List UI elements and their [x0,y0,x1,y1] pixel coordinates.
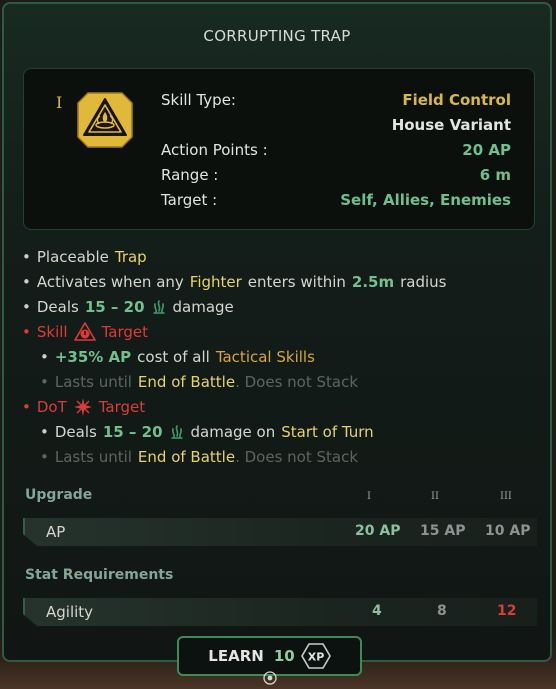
xp-label: XP [307,651,324,664]
effect-line-dot: • DoT Target [22,397,151,417]
range-label: Range : [161,166,219,184]
effect-text: Deals [36,298,79,316]
skill-title: CORRUPTING TRAP [203,27,351,45]
upgrade-ap-row: AP 20 AP 15 AP 10 AP [23,518,537,546]
stat-requirements-heading: Stat Requirements [25,567,174,583]
bullet: • [40,423,49,441]
bullet: • [22,248,31,266]
agility-label: Agility [46,603,94,621]
ap-tier-3: 10 AP [485,523,531,539]
learn-button[interactable]: LEARN 10 XP [177,636,362,676]
skill-tooltip-panel: CORRUPTING TRAP I Skill Type: Field Cont… [2,2,552,662]
effect-line-damage: • Deals 15 – 20 damage [22,297,240,317]
corruption-trap-icon [77,92,133,148]
bullet: • [22,398,31,416]
skill-type-value: Field Control [402,91,511,109]
effect-text: damage [172,298,234,316]
range-value: 6 m [479,166,511,184]
effect-line-placeable: • Placeable Trap [22,247,153,267]
effect-text: radius [400,273,447,291]
dot-icon [73,398,92,416]
effect-text: enters within [247,273,346,291]
agility-tier-2: 8 [437,603,447,619]
duration-text: Lasts until [54,448,132,466]
effect-line-skill-debuff: • Skill Target [22,322,154,342]
bullet: • [40,448,49,466]
effect-text: cost of all [137,348,210,366]
action-points-value: 20 AP [462,141,511,159]
agility-tier-1: 4 [372,603,382,619]
end-of-battle-keyword: End of Battle [137,373,236,391]
target-marker-icon [263,671,277,685]
dot-target: Target [98,398,146,416]
effect-text: damage on [190,423,276,441]
target-label: Target : [161,191,218,209]
variant-value: House Variant [391,116,511,134]
bullet: • [22,298,31,316]
stack-text: . Does not Stack [235,373,359,391]
tactical-skills-keyword: Tactical Skills [215,348,315,366]
bullet: • [22,273,31,291]
tier-2-column: II [431,491,439,502]
stack-text: . Does not Stack [235,448,359,466]
bullet: • [40,348,49,366]
corruption-flame-icon [152,300,165,314]
fighter-keyword: Fighter [189,273,242,291]
effect-line-duration-2: • Lasts until End of Battle . Does not S… [40,447,364,467]
learn-cost: 10 [273,647,295,665]
effect-line-dot-damage: • Deals 15 – 20 damage on Start of Turn [40,422,380,442]
agility-row: Agility 4 8 12 [23,598,537,626]
ap-tier-2: 15 AP [420,523,466,539]
dot-damage-value: 15 – 20 [102,423,163,441]
skill-type-label: Skill Type: [161,91,236,109]
corruption-flame-icon [170,425,183,439]
action-points-label: Action Points : [161,141,268,159]
radius-value: 2.5m [351,273,395,291]
target-value: Self, Allies, Enemies [340,191,511,209]
ap-increase-value: +35% AP [54,348,132,366]
damage-value: 15 – 20 [84,298,145,316]
tier-3-column: III [500,491,512,502]
effect-line-duration-1: • Lasts until End of Battle . Does not S… [40,372,364,392]
learn-label: LEARN [208,647,264,665]
ap-label: AP [46,523,66,541]
effect-text: Deals [54,423,97,441]
skill-info-box: I Skill Type: Field Control House Varian… [23,68,535,230]
xp-hexagon-icon: XP [300,643,331,669]
bullet: • [40,373,49,391]
skill-target: Target [101,323,148,341]
bullet: • [22,323,31,341]
effect-line-activation: • Activates when any Fighter enters with… [22,272,452,292]
upgrade-heading: Upgrade [25,487,93,503]
effect-text: Placeable [36,248,109,266]
end-of-battle-keyword: End of Battle [137,448,236,466]
skill-tier: I [56,93,63,112]
skill-debuff-icon [73,322,96,341]
dot-status: DoT [36,398,67,416]
ap-tier-1: 20 AP [355,523,401,539]
tier-1-column: I [367,491,371,502]
effect-line-ap-cost: • +35% AP cost of all Tactical Skills [40,347,321,367]
trap-keyword: Trap [114,248,147,266]
effect-text: Activates when any [36,273,184,291]
start-of-turn-keyword: Start of Turn [281,423,374,441]
agility-tier-3: 12 [497,603,517,619]
duration-text: Lasts until [54,373,132,391]
skill-status: Skill [36,323,68,341]
